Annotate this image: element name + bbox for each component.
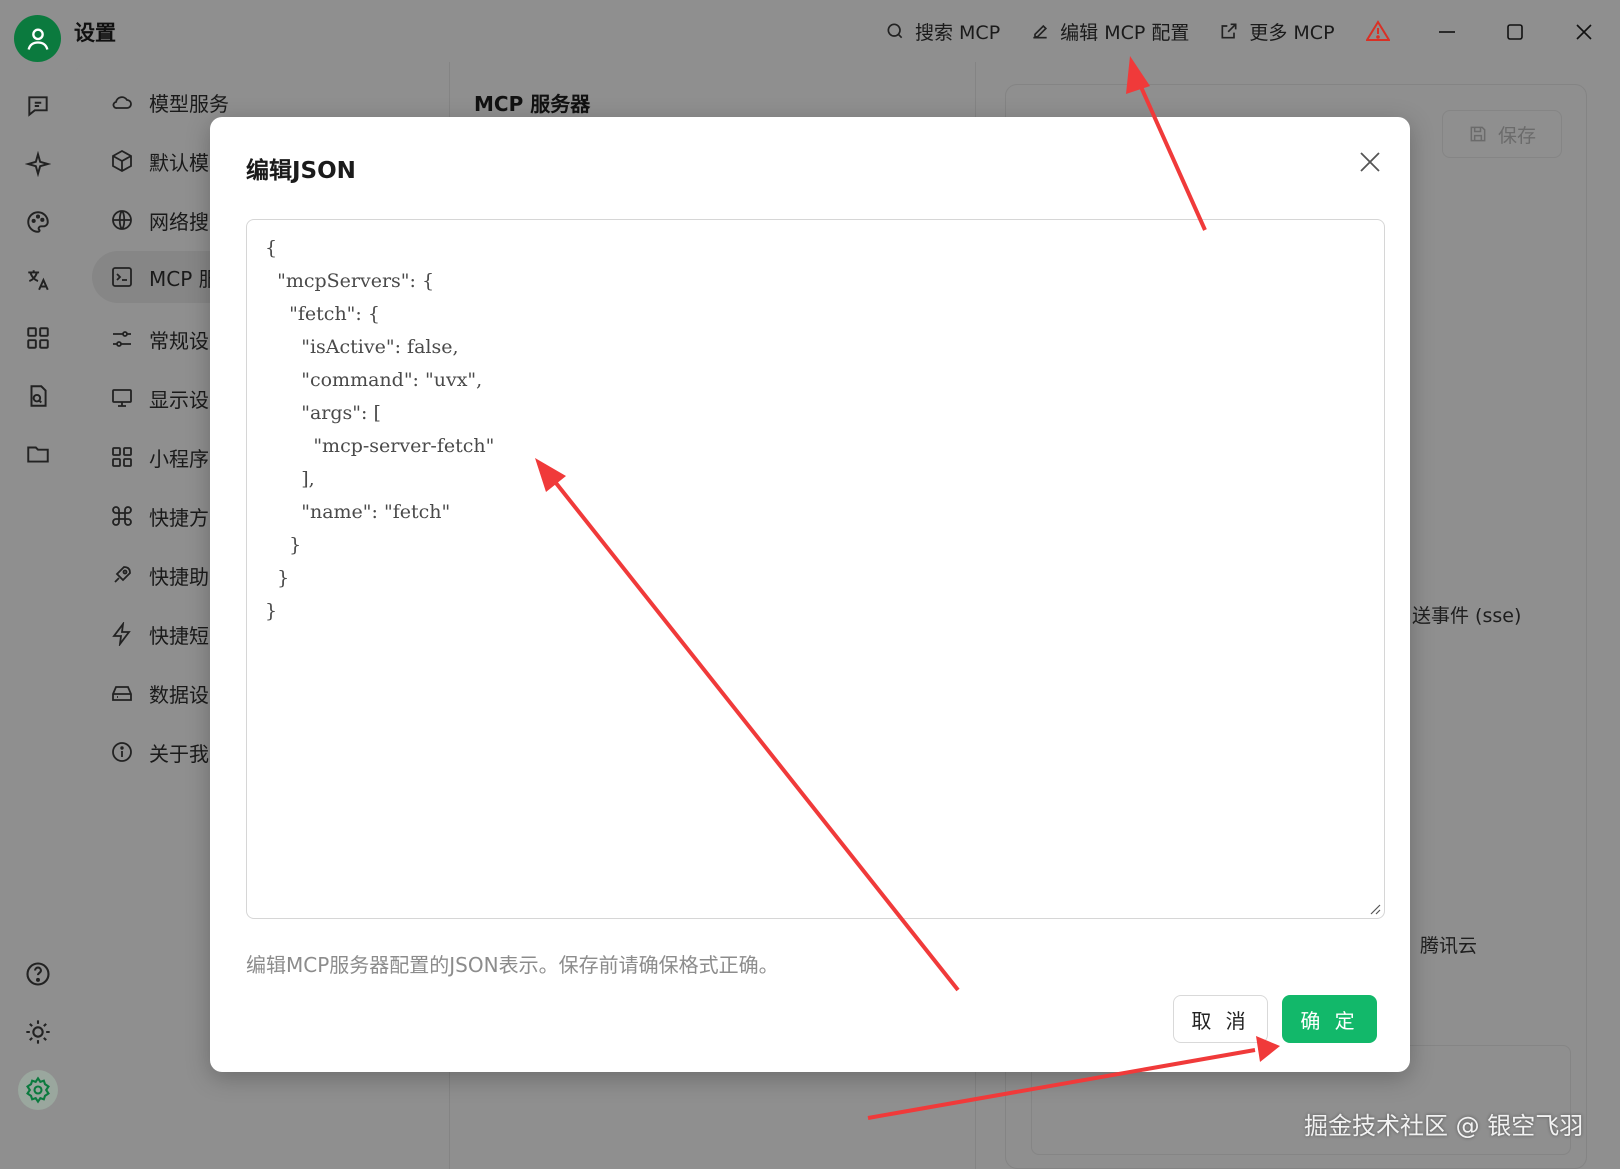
rocket-icon <box>107 560 137 590</box>
dialog-close-button[interactable] <box>1353 145 1387 179</box>
close-icon <box>1360 152 1380 172</box>
nav-item-mini-apps[interactable]: 小程序 <box>107 435 209 479</box>
nav-item-display[interactable]: 显示设 <box>107 376 209 420</box>
dialog-title: 编辑JSON <box>246 158 356 184</box>
edit-icon <box>1033 24 1048 39</box>
maximize-icon <box>1507 24 1523 40</box>
minimize-button[interactable] <box>1432 18 1462 46</box>
avatar[interactable] <box>14 15 61 62</box>
maximize-button[interactable] <box>1500 18 1530 46</box>
edit-json-dialog: 编辑JSON { "mcpServers": { "fetch": { "isA… <box>210 117 1410 1072</box>
nav-item-label: 关于我 <box>149 741 209 766</box>
nav-item-model-service[interactable]: 模型服务 <box>107 80 229 124</box>
monitor-icon <box>107 383 137 413</box>
file-search-icon[interactable] <box>22 380 54 412</box>
save-button[interactable]: 保存 <box>1442 110 1562 158</box>
close-icon <box>1576 24 1592 40</box>
json-editor-content[interactable]: { "mcpServers": { "fetch": { "isActive":… <box>265 232 494 628</box>
translate-icon[interactable] <box>22 264 54 296</box>
nav-item-default-model[interactable]: 默认模 <box>107 139 209 183</box>
watermark: 掘金技术社区 @ 银空飞羽 <box>1304 1112 1584 1140</box>
nav-item-label: 模型服务 <box>149 91 229 116</box>
nav-item-label: 常规设 <box>149 328 209 353</box>
help-icon[interactable] <box>22 958 54 990</box>
apps-icon[interactable] <box>22 322 54 354</box>
nav-item-quick-assistant[interactable]: 快捷助 <box>107 553 209 597</box>
nav-item-label: 显示设 <box>149 387 209 412</box>
confirm-button[interactable]: 确 定 <box>1282 995 1377 1043</box>
title-bar: 设置 搜索 MCP 编辑 MCP 配置 更多 MCP <box>0 0 1620 62</box>
nav-item-label: 网络搜 <box>149 209 209 234</box>
external-link-icon <box>1221 23 1237 39</box>
edit-mcp-config-button[interactable]: 编辑 MCP 配置 <box>1030 18 1189 45</box>
dialog-hint: 编辑MCP服务器配置的JSON表示。保存前请确保格式正确。 <box>246 953 779 977</box>
nav-item-web-search[interactable]: 网络搜 <box>107 198 209 242</box>
info-icon <box>107 737 137 767</box>
provider-text: 腾讯云 <box>1420 935 1478 957</box>
zap-icon <box>107 619 137 649</box>
top-actions: 搜索 MCP 编辑 MCP 配置 更多 MCP <box>885 16 1365 46</box>
resize-grip-icon[interactable] <box>1369 903 1381 915</box>
command-icon <box>107 501 137 531</box>
drive-icon <box>107 678 137 708</box>
nav-item-label: 快捷助 <box>149 564 209 589</box>
app-title: 设置 <box>74 21 116 45</box>
globe-icon <box>107 205 137 235</box>
json-editor-textarea[interactable]: { "mcpServers": { "fetch": { "isActive":… <box>246 219 1385 919</box>
search-mcp-label: 搜索 MCP <box>915 21 1001 44</box>
mcp-servers-title: MCP 服务器 <box>474 92 591 116</box>
icon-rail <box>0 62 76 1169</box>
nav-item-label: MCP 服 <box>149 266 219 291</box>
sparkle-icon[interactable] <box>22 148 54 180</box>
nav-item-quick-phrases[interactable]: 快捷短 <box>107 612 209 656</box>
warning-icon[interactable] <box>1365 20 1391 46</box>
cube-icon <box>107 146 137 176</box>
nav-item-data[interactable]: 数据设 <box>107 671 209 715</box>
search-icon <box>887 23 903 39</box>
palette-icon[interactable] <box>22 206 54 238</box>
nav-item-label: 快捷方 <box>149 505 209 530</box>
close-window-button[interactable] <box>1569 18 1599 46</box>
app-window: 设置 搜索 MCP 编辑 MCP 配置 更多 MCP 模型服务 默认模 网络搜 … <box>0 0 1620 1169</box>
sliders-icon <box>107 324 137 354</box>
grid-icon <box>107 442 137 472</box>
nav-item-label: 小程序 <box>149 446 209 471</box>
chat-icon[interactable] <box>22 90 54 122</box>
terminal-icon <box>107 262 137 292</box>
nav-item-label: 数据设 <box>149 682 209 707</box>
more-mcp-label: 更多 MCP <box>1249 21 1335 44</box>
settings-icon[interactable] <box>18 1070 58 1110</box>
nav-item-label: 快捷短 <box>149 623 209 648</box>
transport-option-text: 送事件 (sse) <box>1412 605 1522 627</box>
save-icon <box>1470 126 1486 142</box>
nav-item-about[interactable]: 关于我 <box>107 730 209 774</box>
minimize-icon <box>1439 31 1455 33</box>
theme-icon[interactable] <box>22 1016 54 1048</box>
nav-item-general[interactable]: 常规设 <box>107 317 209 361</box>
nav-item-shortcuts[interactable]: 快捷方 <box>107 494 209 538</box>
cancel-button[interactable]: 取 消 <box>1173 995 1268 1043</box>
search-mcp-button[interactable]: 搜索 MCP <box>885 18 1000 45</box>
folder-icon[interactable] <box>22 438 54 470</box>
cloud-icon <box>107 87 137 117</box>
edit-mcp-config-label: 编辑 MCP 配置 <box>1060 21 1190 44</box>
more-mcp-button[interactable]: 更多 MCP <box>1219 18 1335 45</box>
nav-item-label: 默认模 <box>149 150 209 175</box>
save-label: 保存 <box>1497 124 1536 147</box>
